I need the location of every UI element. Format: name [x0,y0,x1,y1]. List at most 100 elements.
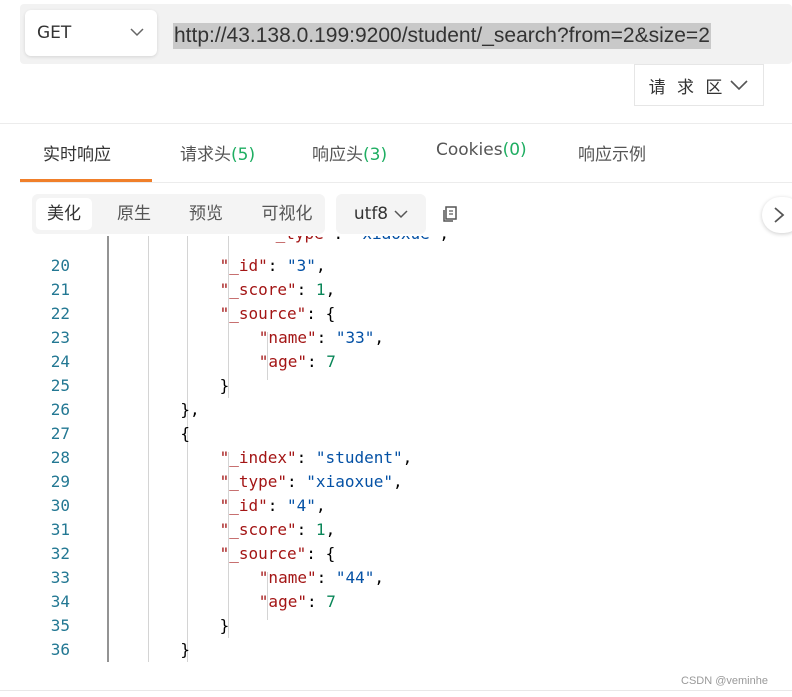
code-token: : [267,256,288,275]
code-token: 1 [315,280,326,299]
code-token: , [402,448,413,467]
tab-response-headers[interactable]: 响应头(3) [312,140,387,165]
tab-response-example[interactable]: 响应示例 [578,140,646,165]
chevron-down-icon [394,210,408,219]
code-content: "age": 7 [259,590,336,614]
tab-label: Cookies [436,140,503,160]
code-content: "_id": "4", [220,494,326,518]
method-select[interactable]: GET [25,10,157,56]
code-token: , [325,280,336,299]
code-content: "name": "33", [259,326,384,350]
code-token: "name" [258,568,317,587]
code-line: 21 "_score": 1, [0,278,792,302]
view-mode-toolbar: 美化 原生 预览 可视化 [32,194,325,234]
code-content: "_index": "student", [220,446,413,470]
code-line: 28 "_index": "student", [0,446,792,470]
code-token: : [296,520,316,539]
code-content: } [220,614,230,638]
code-token: : { [306,544,336,563]
code-line: 22 "_source": { [0,302,792,326]
code-line: 35} [0,614,792,638]
line-number: 31 [50,520,70,539]
code-content: "_score": 1, [220,278,336,302]
line-number: 27 [50,424,70,443]
code-content: "_id": "3", [220,254,326,278]
view-raw-button[interactable]: 原生 [108,198,160,230]
line-number: 20 [50,256,70,275]
code-line: 30 "_id": "4", [0,494,792,518]
code-content: "_type": "xiaoxue", [220,470,403,494]
code-token: , [315,256,326,275]
code-token: 1 [315,520,326,539]
code-token: 7 [326,352,336,371]
tab-label: 响应头 [312,145,363,165]
code-token: "_type" [219,472,288,491]
code-line: 26}, [0,398,792,422]
code-token: "_id" [219,496,268,515]
view-preview-button[interactable]: 预览 [180,198,232,230]
code-token: "xiaoxue" [306,472,393,491]
tab-realtime-response[interactable]: 实时响应 [43,140,111,165]
line-number: 30 [50,496,70,515]
code-token: } [180,640,191,659]
line-number: 23 [50,328,70,347]
code-token: : [306,352,327,371]
chevron-down-icon [730,80,748,91]
code-line: 27 { [0,422,792,446]
line-number: 34 [50,592,70,611]
expand-panel-button[interactable] [762,197,792,233]
line-number: 28 [50,448,70,467]
code-token: "4" [287,496,316,515]
tab-request-headers[interactable]: 请求头(5) [180,140,255,165]
tab-cookies[interactable]: Cookies(0) [436,140,527,160]
code-line: 25} [0,374,792,398]
code-content: }, [180,398,199,422]
code-token: , [325,520,336,539]
response-body-code[interactable]: "_type": "xiaoxue", 20 "_id": "3", 21 "_sco… [0,236,792,666]
method-value: GET [37,23,72,43]
code-token: , [315,496,326,515]
code-content: } [220,374,230,398]
url-input[interactable]: http://43.138.0.199:9200/student/_search… [173,23,711,49]
request-region-toggle[interactable]: 请 求 区 [634,64,764,106]
code-token: "_score" [219,520,297,539]
tab-count: (0) [502,140,527,160]
code-token: "44" [335,568,375,587]
code-token: "age" [258,352,307,371]
line-number: 35 [50,616,70,635]
code-token: "age" [258,592,307,611]
chevron-down-icon [130,28,144,37]
code-token: : [287,472,307,491]
code-token: "name" [258,328,317,347]
code-content: "_source": { [220,542,336,566]
code-line-partial: "_type": "xiaoxue", [0,236,792,246]
code-line: 23 "name": "33", [0,326,792,350]
code-token: : [296,280,316,299]
divider [20,182,792,183]
tab-label: 请求头 [180,145,231,165]
line-number: 36 [50,640,70,659]
code-line: 33 "name": "44", [0,566,792,590]
request-region-label: 请 求 区 [648,77,726,98]
code-token: "_source" [219,304,307,323]
code-token: "student" [315,448,403,467]
code-token: : [316,328,336,347]
encoding-select[interactable]: utf8 [336,194,426,234]
code-line: 20 "_id": "3", [0,254,792,278]
code-line: 36} [0,638,792,662]
code-token: , [393,472,403,491]
line-number: 33 [50,568,70,587]
code-token: : [267,496,288,515]
code-token: 7 [326,592,336,611]
view-beautify-button[interactable]: 美化 [36,198,92,230]
encoding-value: utf8 [353,204,389,224]
code-token: "3" [287,256,316,275]
code-line: 31 "_score": 1, [0,518,792,542]
line-number: 32 [50,544,70,563]
view-visualize-button[interactable]: 可视化 [254,198,320,230]
copy-icon[interactable] [440,204,460,224]
code-line: 24 "age": 7 [0,350,792,374]
code-token: } [219,616,230,635]
code-token: "_source" [219,544,307,563]
line-number: 26 [50,400,70,419]
